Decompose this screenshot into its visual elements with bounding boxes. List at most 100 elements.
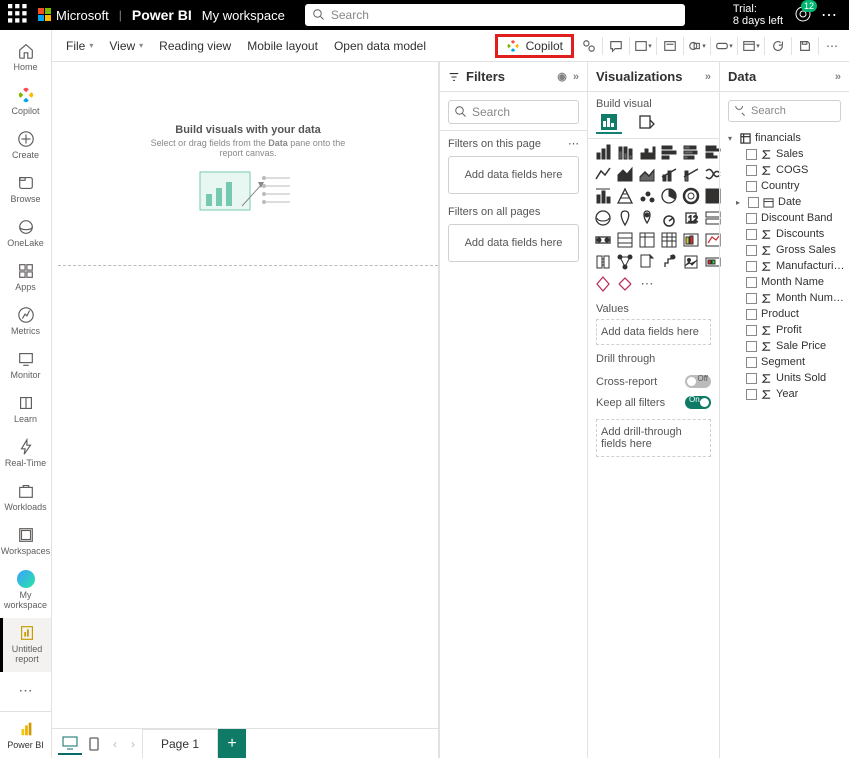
report-canvas[interactable]: Build visuals with your data Select or d… xyxy=(52,62,438,728)
field-units-sold[interactable]: Units Sold xyxy=(724,370,845,386)
page-tab-1[interactable]: Page 1 xyxy=(142,729,218,758)
visual-type-34[interactable] xyxy=(682,253,700,271)
field-year[interactable]: Year xyxy=(724,386,845,402)
drill-through-drop[interactable]: Add drill-through fields here xyxy=(596,419,711,457)
menu-reading-view[interactable]: Reading view xyxy=(151,39,239,53)
visual-type-21[interactable] xyxy=(660,209,678,227)
insert-icon[interactable]: ▾ xyxy=(632,35,654,57)
visual-type-1[interactable] xyxy=(616,143,634,161)
nav-monitor[interactable]: Monitor xyxy=(0,344,51,388)
field-checkbox[interactable] xyxy=(746,149,757,160)
menu-mobile-layout[interactable]: Mobile layout xyxy=(239,39,326,53)
format-visual-tab[interactable] xyxy=(634,112,660,134)
field-profit[interactable]: Profit xyxy=(724,322,845,338)
keep-filters-toggle[interactable]: On xyxy=(685,396,711,409)
field-checkbox[interactable] xyxy=(746,357,757,368)
visual-type-36[interactable] xyxy=(594,275,612,293)
textbox-icon[interactable] xyxy=(659,35,681,57)
visual-type-26[interactable] xyxy=(638,231,656,249)
field-checkbox[interactable] xyxy=(746,309,757,320)
field-country[interactable]: Country xyxy=(724,178,845,194)
nav-current-report[interactable]: Untitled report xyxy=(0,618,51,672)
app-launcher-icon[interactable] xyxy=(8,4,28,27)
visual-type-33[interactable] xyxy=(660,253,678,271)
nav-my-workspace[interactable]: My workspace xyxy=(0,564,51,618)
notification-button[interactable]: 12 xyxy=(795,6,811,25)
field-checkbox[interactable] xyxy=(746,277,757,288)
field-month-name[interactable]: Month Name xyxy=(724,274,845,290)
visual-type-30[interactable] xyxy=(594,253,612,271)
hide-filters-icon[interactable]: ◉ xyxy=(557,70,567,83)
copilot-button[interactable]: Copilot xyxy=(495,34,574,58)
buttons-icon[interactable]: ▾ xyxy=(713,35,735,57)
nav-workspaces[interactable]: Workspaces xyxy=(0,520,51,564)
trial-status[interactable]: Trial: 8 days left xyxy=(733,3,783,27)
overflow-menu-button[interactable]: ⋯ xyxy=(821,5,837,25)
filters-all-pages-drop[interactable]: Add data fields here xyxy=(448,224,579,262)
nav-workloads[interactable]: Workloads xyxy=(0,476,51,520)
nav-browse[interactable]: Browse xyxy=(0,168,51,212)
comment-icon[interactable] xyxy=(605,35,627,57)
visual-type-7[interactable] xyxy=(616,165,634,183)
field-sales[interactable]: Sales xyxy=(724,146,845,162)
nav-copilot[interactable]: Copilot xyxy=(0,80,51,124)
data-search-input[interactable]: Search xyxy=(728,100,841,122)
field-month-number[interactable]: Month Number xyxy=(724,290,845,306)
menu-file[interactable]: File▾ xyxy=(58,39,101,53)
visual-type-31[interactable] xyxy=(616,253,634,271)
menu-view[interactable]: View▾ xyxy=(101,39,151,53)
field-gross-sales[interactable]: Gross Sales xyxy=(724,242,845,258)
visual-type-14[interactable] xyxy=(638,187,656,205)
visual-type-20[interactable] xyxy=(638,209,656,227)
field-checkbox[interactable] xyxy=(746,373,757,384)
field-checkbox[interactable] xyxy=(746,293,757,304)
explore-icon[interactable] xyxy=(578,35,600,57)
field-manufacturing-[interactable]: Manufacturing ... xyxy=(724,258,845,274)
visual-type-25[interactable] xyxy=(616,231,634,249)
field-checkbox[interactable] xyxy=(746,213,757,224)
field-discounts[interactable]: Discounts xyxy=(724,226,845,242)
page-next-button[interactable]: › xyxy=(124,737,142,751)
shapes-icon[interactable]: ▾ xyxy=(686,35,708,57)
collapse-viz-icon[interactable]: » xyxy=(705,71,711,83)
visual-gallery-more[interactable]: ⋯ xyxy=(638,275,656,293)
visual-type-32[interactable] xyxy=(638,253,656,271)
field-checkbox[interactable] xyxy=(746,181,757,192)
visual-type-3[interactable] xyxy=(660,143,678,161)
build-visual-tab[interactable] xyxy=(596,112,622,134)
visual-type-16[interactable] xyxy=(682,187,700,205)
search-input[interactable]: Search xyxy=(305,4,685,26)
field-checkbox[interactable] xyxy=(746,389,757,400)
visual-type-27[interactable] xyxy=(660,231,678,249)
cross-report-toggle[interactable]: Off xyxy=(685,375,711,388)
field-product[interactable]: Product xyxy=(724,306,845,322)
field-date[interactable]: ▸Date xyxy=(724,194,845,210)
visual-type-2[interactable] xyxy=(638,143,656,161)
refresh-icon[interactable] xyxy=(767,35,789,57)
page-prev-button[interactable]: ‹ xyxy=(106,737,124,751)
visual-icon[interactable]: ▾ xyxy=(740,35,762,57)
nav-create[interactable]: Create xyxy=(0,124,51,168)
visual-type-0[interactable] xyxy=(594,143,612,161)
filters-this-page-drop[interactable]: Add data fields here xyxy=(448,156,579,194)
visual-type-4[interactable] xyxy=(682,143,700,161)
nav-learn[interactable]: Learn xyxy=(0,388,51,432)
visual-type-24[interactable] xyxy=(594,231,612,249)
filter-section-menu[interactable]: ⋯ xyxy=(568,137,579,150)
mobile-view-button[interactable] xyxy=(82,733,106,755)
collapse-data-icon[interactable]: » xyxy=(835,71,841,83)
visual-type-9[interactable] xyxy=(660,165,678,183)
desktop-view-button[interactable] xyxy=(58,733,82,755)
field-checkbox[interactable] xyxy=(746,261,757,272)
field-discount-band[interactable]: Discount Band xyxy=(724,210,845,226)
visual-type-18[interactable] xyxy=(594,209,612,227)
nav-metrics[interactable]: Metrics xyxy=(0,300,51,344)
field-segment[interactable]: Segment xyxy=(724,354,845,370)
expand-pane-icon[interactable]: » xyxy=(573,71,579,83)
nav-overflow[interactable]: ⋯ xyxy=(0,676,51,707)
field-checkbox[interactable] xyxy=(746,325,757,336)
visual-type-19[interactable] xyxy=(616,209,634,227)
field-checkbox[interactable] xyxy=(746,165,757,176)
field-sale-price[interactable]: Sale Price xyxy=(724,338,845,354)
menu-open-data-model[interactable]: Open data model xyxy=(326,39,434,53)
